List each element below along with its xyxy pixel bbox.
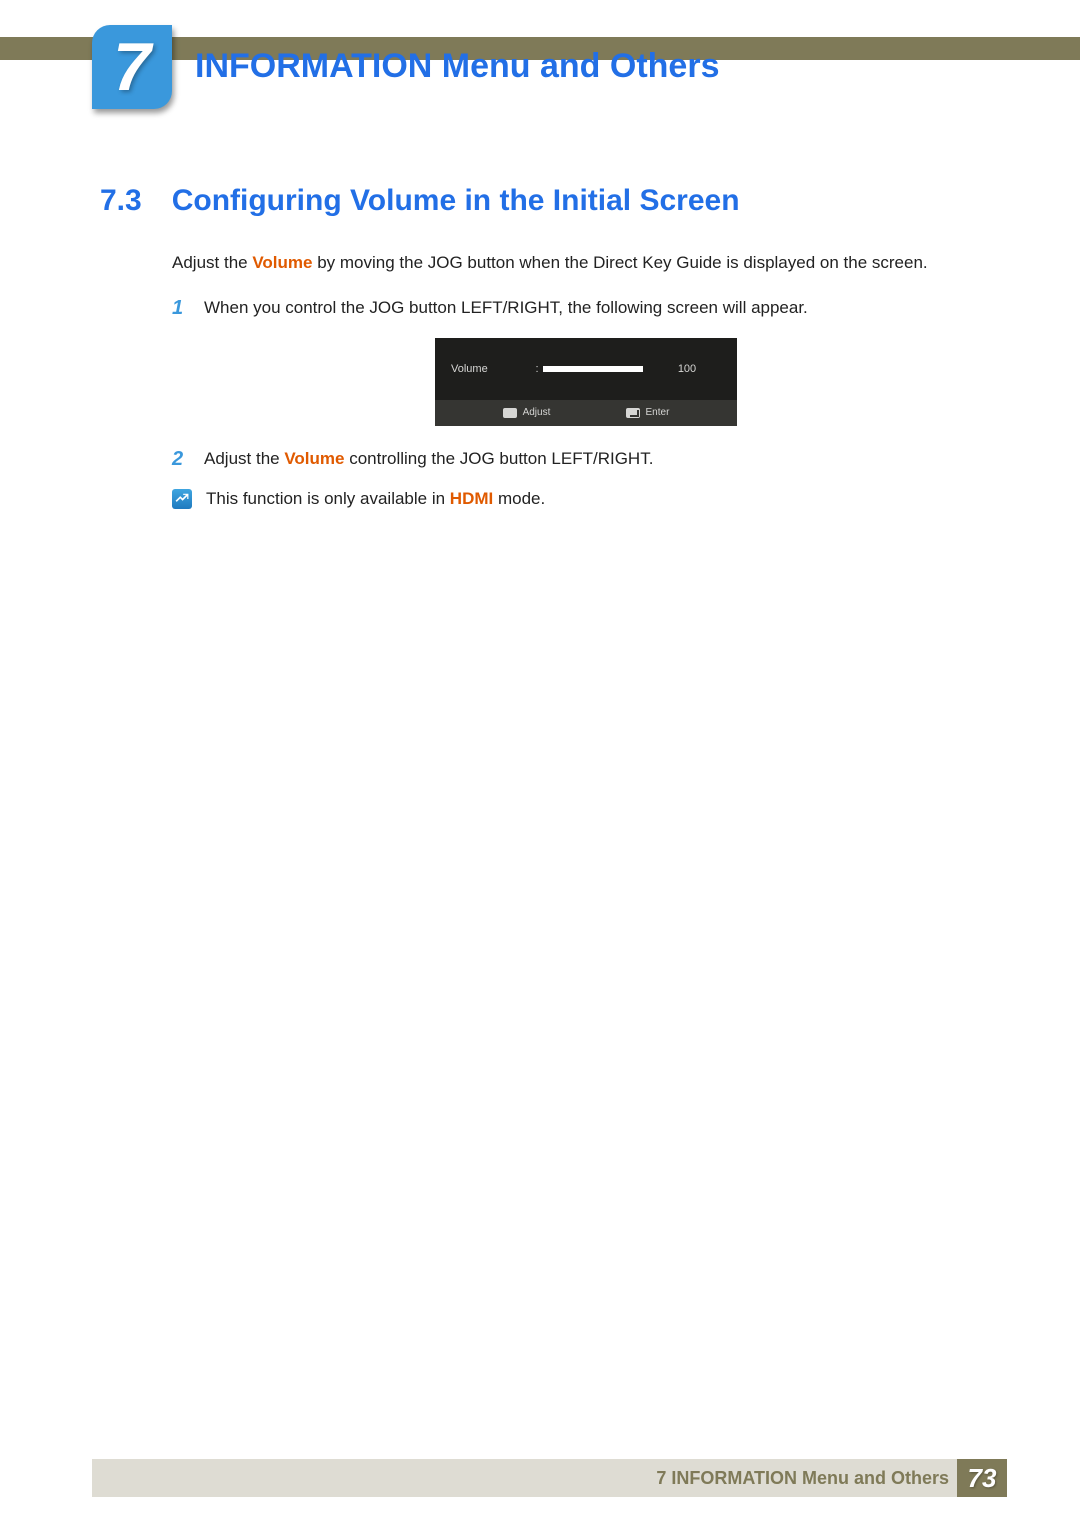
page-number: 73: [968, 1463, 997, 1494]
body-content: Adjust the Volume by moving the JOG butt…: [172, 252, 1000, 509]
chapter-number: 7: [113, 33, 151, 101]
section-title: Configuring Volume in the Initial Screen: [172, 184, 740, 218]
section-heading: 7.3 Configuring Volume in the Initial Sc…: [100, 184, 740, 218]
note-bold: HDMI: [450, 489, 493, 508]
step-2-number: 2: [172, 448, 190, 471]
osd-adjust-hint: Adjust: [503, 407, 551, 418]
intro-paragraph: Adjust the Volume by moving the JOG butt…: [172, 252, 1000, 275]
osd-body: Volume : 100: [435, 338, 737, 400]
step-1-text: When you control the JOG button LEFT/RIG…: [204, 297, 808, 320]
enter-icon: [626, 408, 640, 418]
footer-text: 7 INFORMATION Menu and Others: [656, 1468, 949, 1489]
osd-volume-value: 100: [643, 363, 721, 375]
osd-enter-hint: Enter: [626, 407, 670, 418]
note-row: This function is only available in HDMI …: [172, 489, 1000, 509]
step-2: 2 Adjust the Volume controlling the JOG …: [172, 448, 1000, 471]
left-right-icon: [503, 408, 517, 418]
step-2-bold: Volume: [284, 449, 344, 468]
step-1-number: 1: [172, 297, 190, 320]
step-1: 1 When you control the JOG button LEFT/R…: [172, 297, 1000, 320]
chapter-number-badge: 7: [92, 25, 172, 109]
osd-footer: Adjust Enter: [435, 400, 737, 426]
osd-colon: :: [531, 363, 543, 375]
osd-volume-label: Volume: [451, 363, 531, 375]
intro-bold: Volume: [252, 253, 312, 272]
section-number: 7.3: [100, 184, 142, 218]
page-footer: 7 INFORMATION Menu and Others 73: [92, 1459, 1007, 1497]
note-icon: [172, 489, 192, 509]
chapter-title: INFORMATION Menu and Others: [195, 47, 719, 86]
osd-volume-bar: [543, 366, 643, 372]
page-number-badge: 73: [957, 1459, 1007, 1497]
step-2-text: Adjust the Volume controlling the JOG bu…: [204, 448, 653, 471]
note-text: This function is only available in HDMI …: [206, 489, 545, 509]
osd-screenshot: Volume : 100 Adjust Enter: [435, 338, 737, 426]
